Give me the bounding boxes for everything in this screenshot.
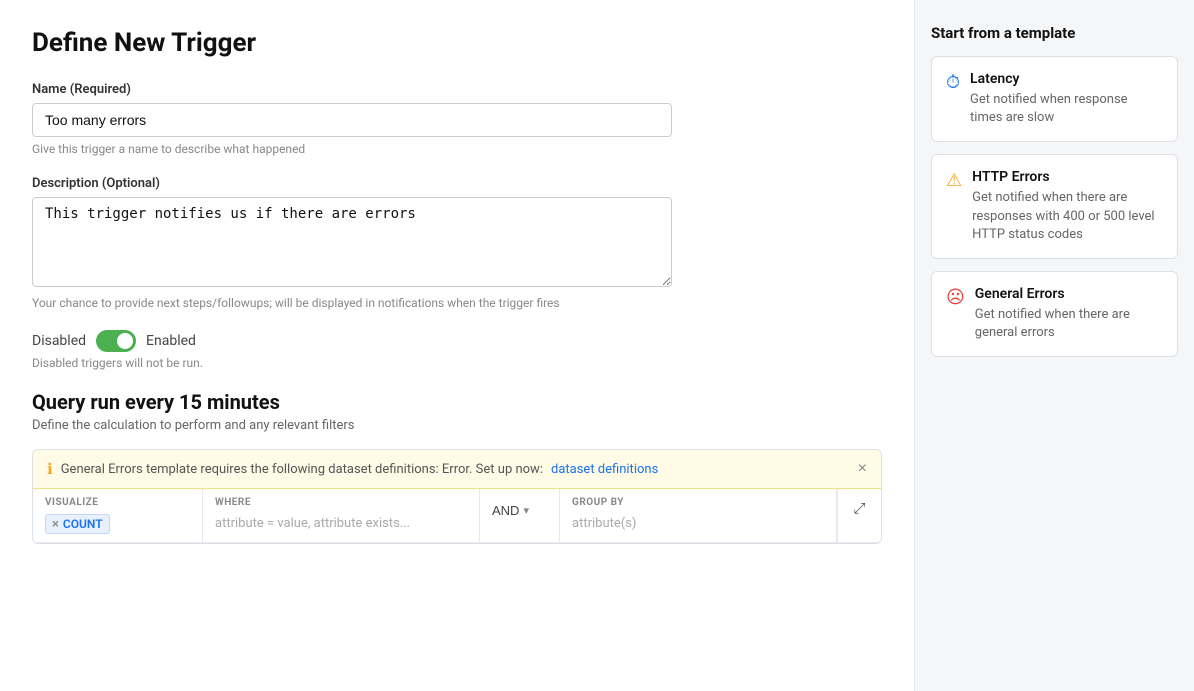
page-title: Define New Trigger <box>32 28 882 58</box>
sidebar: Start from a template ⏱ Latency Get noti… <box>914 0 1194 691</box>
expand-icon[interactable]: ⤢ <box>853 499 865 517</box>
visualize-section: VISUALIZE × COUNT <box>33 489 203 542</box>
alert-text: General Errors template requires the fol… <box>61 462 543 477</box>
expand-section: ⤢ <box>837 489 881 542</box>
latency-title: Latency <box>970 71 1163 87</box>
where-label: WHERE <box>215 497 467 508</box>
query-box: ℹ General Errors template requires the f… <box>32 449 882 544</box>
description-input[interactable]: This trigger notifies us if there are er… <box>32 197 672 287</box>
sidebar-title: Start from a template <box>931 24 1178 42</box>
count-tag-label: COUNT <box>63 517 103 531</box>
enabled-toggle[interactable] <box>96 330 136 352</box>
and-body: AND ▾ <box>492 503 547 518</box>
latency-desc: Get notified when response times are slo… <box>970 91 1163 127</box>
alert-info-icon: ℹ <box>47 460 53 478</box>
disabled-label: Disabled <box>32 333 86 349</box>
where-placeholder[interactable]: attribute = value, attribute exists... <box>215 514 410 533</box>
where-section: WHERE attribute = value, attribute exist… <box>203 489 480 542</box>
http-errors-icon: ⚠ <box>946 170 962 191</box>
http-errors-title: HTTP Errors <box>972 169 1163 185</box>
general-errors-icon: ☹ <box>946 287 965 308</box>
general-errors-desc: Get notified when there are general erro… <box>975 306 1163 342</box>
http-card-content: HTTP Errors Get notified when there are … <box>972 169 1163 244</box>
and-button[interactable]: AND ▾ <box>492 503 529 518</box>
name-hint: Give this trigger a name to describe wha… <box>32 142 882 156</box>
query-section-title: Query run every 15 minutes <box>32 390 882 414</box>
latency-card-content: Latency Get notified when response times… <box>970 71 1163 127</box>
groupby-placeholder[interactable]: attribute(s) <box>572 514 636 533</box>
and-label: AND <box>492 503 519 518</box>
template-card-latency[interactable]: ⏱ Latency Get notified when response tim… <box>931 56 1178 142</box>
general-errors-card-content: General Errors Get notified when there a… <box>975 286 1163 342</box>
name-field-group: Name (Required) Give this trigger a name… <box>32 82 882 156</box>
name-label: Name (Required) <box>32 82 882 97</box>
visualize-label: VISUALIZE <box>45 497 190 508</box>
chevron-down-icon: ▾ <box>523 504 529 517</box>
latency-icon: ⏱ <box>946 72 960 93</box>
description-hint: Your chance to provide next steps/follow… <box>32 296 882 310</box>
general-errors-card-header: ☹ General Errors Get notified when there… <box>946 286 1163 342</box>
where-body: attribute = value, attribute exists... <box>215 514 467 533</box>
groupby-body: attribute(s) <box>572 514 824 533</box>
name-input[interactable] <box>32 103 672 137</box>
count-remove-icon[interactable]: × <box>52 518 59 531</box>
toggle-hint: Disabled triggers will not be run. <box>32 356 882 370</box>
general-errors-title: General Errors <box>975 286 1163 302</box>
groupby-label: GROUP BY <box>572 497 824 508</box>
count-tag[interactable]: × COUNT <box>45 514 110 534</box>
description-label: Description (Optional) <box>32 176 882 191</box>
alert-link[interactable]: dataset definitions <box>551 462 658 477</box>
and-section: AND ▾ <box>480 489 560 542</box>
template-card-http-errors[interactable]: ⚠ HTTP Errors Get notified when there ar… <box>931 154 1178 259</box>
description-field-group: Description (Optional) This trigger noti… <box>32 176 882 310</box>
visualize-body: × COUNT <box>45 514 190 534</box>
main-content: Define New Trigger Name (Required) Give … <box>0 0 914 691</box>
alert-banner: ℹ General Errors template requires the f… <box>33 450 881 489</box>
template-card-general-errors[interactable]: ☹ General Errors Get notified when there… <box>931 271 1178 357</box>
toggle-row: Disabled Enabled <box>32 330 882 352</box>
query-toolbar: VISUALIZE × COUNT WHERE attribute = valu… <box>33 489 881 543</box>
latency-card-header: ⏱ Latency Get notified when response tim… <box>946 71 1163 127</box>
alert-close-button[interactable]: × <box>858 460 867 478</box>
http-card-header: ⚠ HTTP Errors Get notified when there ar… <box>946 169 1163 244</box>
groupby-section: GROUP BY attribute(s) <box>560 489 837 542</box>
http-errors-desc: Get notified when there are responses wi… <box>972 189 1163 244</box>
query-section-desc: Define the calculation to perform and an… <box>32 418 882 433</box>
enabled-label: Enabled <box>146 333 196 349</box>
